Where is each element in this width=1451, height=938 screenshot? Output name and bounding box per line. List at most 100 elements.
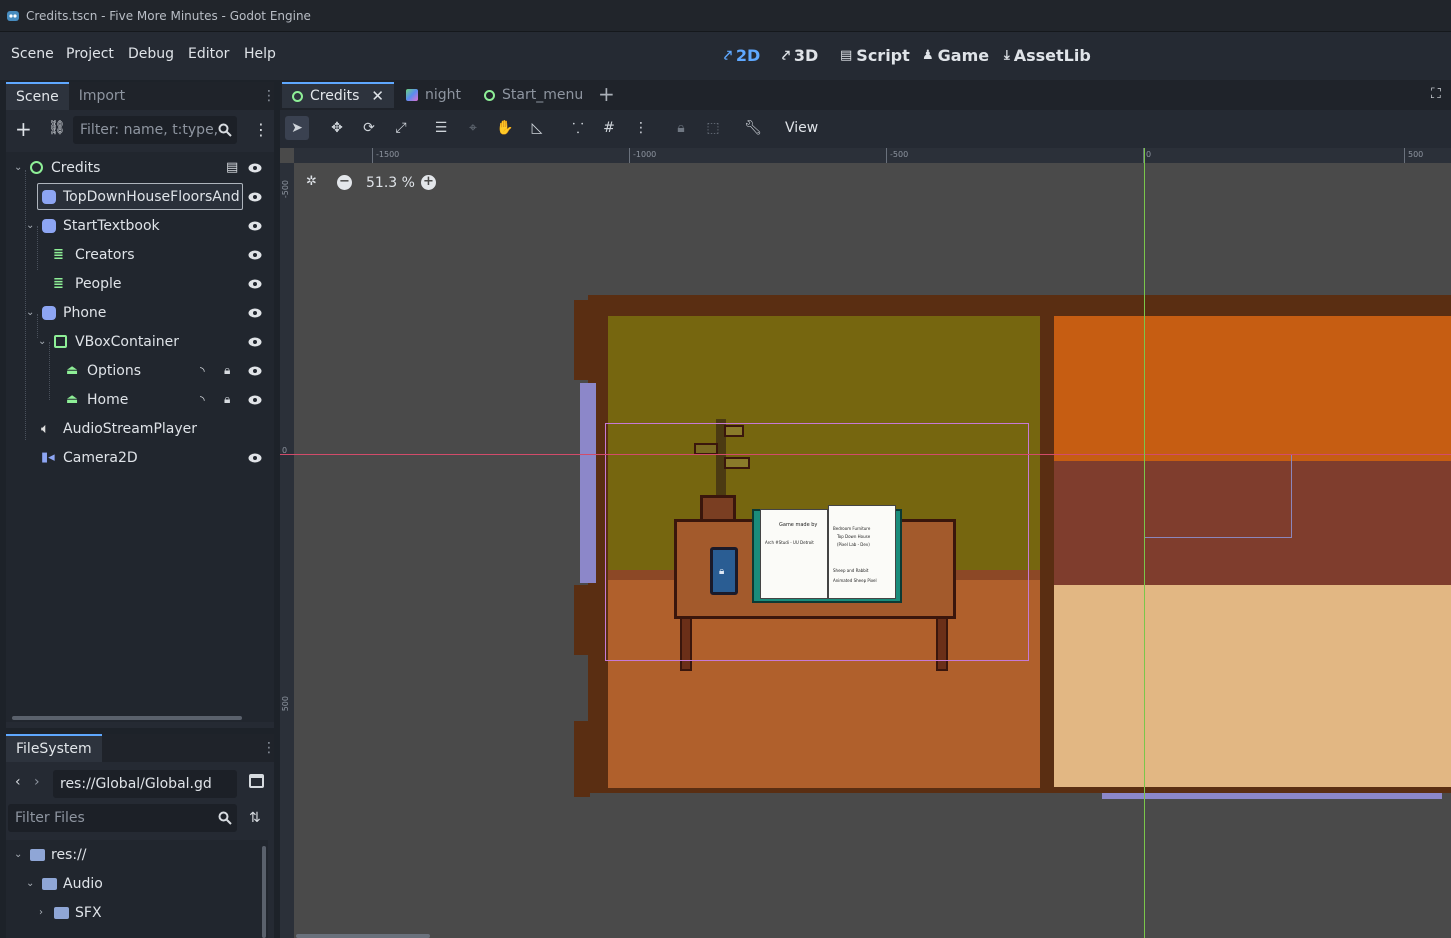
visibility-eye-icon[interactable] xyxy=(248,453,262,463)
chevron-down-icon[interactable]: ⌄ xyxy=(14,162,22,173)
workspace-script-button[interactable]: ▤ Script xyxy=(840,46,910,65)
zoom-level[interactable]: 51.3 % xyxy=(366,175,415,191)
script-attached-icon[interactable]: ▤ xyxy=(226,160,238,175)
2d-icon: ⤤ xyxy=(724,47,732,64)
fullscreen-icon[interactable]: ⛶ xyxy=(1431,86,1441,102)
scene-filter-input[interactable]: Filter: name, t:type, xyxy=(73,116,237,144)
tab-filesystem[interactable]: FileSystem xyxy=(6,734,102,762)
menu-debug[interactable]: Debug xyxy=(128,46,174,62)
tree-node-starttextbook[interactable]: ⌄ StartTextbook xyxy=(6,211,272,240)
fs-item-sfx[interactable]: › SFX xyxy=(6,898,272,927)
chevron-down-icon[interactable]: ⌄ xyxy=(26,878,34,889)
tree-node-people[interactable]: ≣ People xyxy=(6,269,272,298)
link-icon[interactable]: ⛓ xyxy=(48,120,66,136)
visibility-eye-icon[interactable] xyxy=(248,279,262,289)
list-select-icon[interactable]: ☰ xyxy=(429,116,453,140)
tree-node-audiostreamplayer[interactable]: 🔈︎ AudioStreamPlayer xyxy=(6,414,272,443)
sort-icon[interactable]: ⇅ xyxy=(249,810,261,826)
fs-item-res[interactable]: ⌄ res:// xyxy=(6,840,272,869)
ruler-tick xyxy=(1404,148,1405,163)
x-axis-line xyxy=(280,454,1451,455)
tree-guide xyxy=(37,314,38,338)
scale-tool-icon[interactable]: ⤢ xyxy=(389,116,413,140)
visibility-eye-icon[interactable] xyxy=(248,337,262,347)
forward-icon[interactable]: › xyxy=(34,774,40,790)
visibility-eye-icon[interactable] xyxy=(248,308,262,318)
vertical-scrollbar[interactable] xyxy=(262,846,266,938)
signal-icon[interactable]: ◝ xyxy=(200,364,205,378)
dock-menu-icon[interactable]: ⋮ xyxy=(262,740,276,756)
add-node-icon[interactable]: + xyxy=(15,119,32,139)
signal-icon[interactable]: ◝ xyxy=(200,393,205,407)
tree-node-creators[interactable]: ≣ Creators xyxy=(6,240,272,269)
tree-node-vboxcontainer[interactable]: ⌄ VBoxContainer xyxy=(6,327,272,356)
pivot-tool-icon[interactable]: ⌖ xyxy=(461,116,485,140)
tab-credits[interactable]: Credits ✕ xyxy=(282,82,394,108)
menu-help[interactable]: Help xyxy=(244,46,276,62)
bone-icon[interactable]: 🔧︎ xyxy=(741,116,765,140)
chevron-down-icon[interactable]: ⌄ xyxy=(26,307,34,318)
group-icon[interactable]: ⬚ xyxy=(701,116,725,140)
menu-bar: Scene Project Debug Editor Help ⤤ 2D ⤤ 3D … xyxy=(0,32,1451,80)
menu-project[interactable]: Project xyxy=(66,46,114,62)
visibility-eye-icon[interactable] xyxy=(248,250,262,260)
folder-icon xyxy=(54,906,69,919)
snap-options-icon[interactable]: ⋮ xyxy=(629,116,653,140)
visibility-eye-icon[interactable] xyxy=(248,163,262,173)
viewport-scrollbar[interactable] xyxy=(296,934,430,938)
tab-import[interactable]: Import xyxy=(69,82,135,110)
back-icon[interactable]: ‹ xyxy=(15,774,21,790)
chevron-down-icon[interactable]: ⌄ xyxy=(38,336,46,347)
menu-scene[interactable]: Scene xyxy=(11,46,54,62)
center-view-icon[interactable]: ✲ xyxy=(306,174,317,189)
tree-node-phone[interactable]: ⌄ Phone xyxy=(6,298,272,327)
lock-icon[interactable]: 🔒︎ xyxy=(224,363,230,378)
chevron-right-icon[interactable]: › xyxy=(39,907,43,918)
tree-node-home[interactable]: ⏏ Home ◝ 🔒︎ xyxy=(6,385,272,414)
ruler-tool-icon[interactable]: ◺ xyxy=(525,116,549,140)
more-icon[interactable]: ⋮ xyxy=(253,120,269,139)
tree-node-camera2d[interactable]: ▮◂ Camera2D xyxy=(6,443,272,472)
visibility-eye-icon[interactable] xyxy=(248,366,262,376)
canvas-viewport[interactable]: -1500 -1000 -500 0 500 -500 0 500 ✲ − 51… xyxy=(280,148,1451,938)
add-tab-icon[interactable]: + xyxy=(598,82,615,106)
smart-snap-icon[interactable]: ⸪ xyxy=(566,116,590,140)
view-menu-button[interactable]: View xyxy=(785,120,818,136)
visibility-eye-icon[interactable] xyxy=(248,192,262,202)
horizontal-scrollbar[interactable] xyxy=(12,716,242,720)
zoom-out-icon[interactable]: − xyxy=(337,175,352,190)
workspace-assetlib-button[interactable]: ⤓ AssetLib xyxy=(1004,46,1091,65)
y-axis-line xyxy=(1144,148,1145,938)
move-tool-icon[interactable]: ✥ xyxy=(325,116,349,140)
workspace-3d-button[interactable]: ⤤ 3D xyxy=(782,46,818,65)
workspace-game-button[interactable]: ♟ Game xyxy=(922,46,989,65)
zoom-in-icon[interactable]: + xyxy=(421,175,436,190)
vertical-ruler: -500 0 500 xyxy=(280,148,294,938)
dock-menu-icon[interactable]: ⋮ xyxy=(262,88,276,104)
tab-start-menu[interactable]: Start_menu xyxy=(474,82,593,108)
filter-files-input[interactable]: Filter Files xyxy=(8,804,237,832)
horizontal-ruler: -1500 -1000 -500 0 500 xyxy=(280,148,1451,163)
wall-edge xyxy=(574,585,590,655)
chevron-down-icon[interactable]: ⌄ xyxy=(26,220,34,231)
split-view-icon[interactable] xyxy=(249,774,264,788)
close-icon[interactable]: ✕ xyxy=(371,87,384,105)
fs-item-audio[interactable]: ⌄ Audio xyxy=(6,869,272,898)
menu-editor[interactable]: Editor xyxy=(188,46,229,62)
filesystem-path-field[interactable]: res://Global/Global.gd xyxy=(53,770,237,798)
visibility-eye-icon[interactable] xyxy=(248,221,262,231)
tree-node-credits[interactable]: ⌄ Credits ▤ xyxy=(6,153,272,182)
workspace-2d-button[interactable]: ⤤ 2D xyxy=(724,46,760,65)
select-tool-icon[interactable]: ➤ xyxy=(285,116,309,140)
tab-night[interactable]: night xyxy=(396,82,471,108)
lock-icon[interactable]: 🔒︎ xyxy=(669,116,693,140)
tree-node-topdownhouse[interactable]: TopDownHouseFloorsAnd xyxy=(6,182,272,211)
lock-icon[interactable]: 🔒︎ xyxy=(224,392,230,407)
grid-snap-icon[interactable]: # xyxy=(597,116,621,140)
pan-tool-icon[interactable]: ✋ xyxy=(493,116,517,140)
rotate-tool-icon[interactable]: ⟳ xyxy=(357,116,381,140)
tab-scene[interactable]: Scene xyxy=(6,82,69,110)
visibility-eye-icon[interactable] xyxy=(248,395,262,405)
tree-node-options[interactable]: ⏏ Options ◝ 🔒︎ xyxy=(6,356,272,385)
chevron-down-icon[interactable]: ⌄ xyxy=(14,849,22,860)
